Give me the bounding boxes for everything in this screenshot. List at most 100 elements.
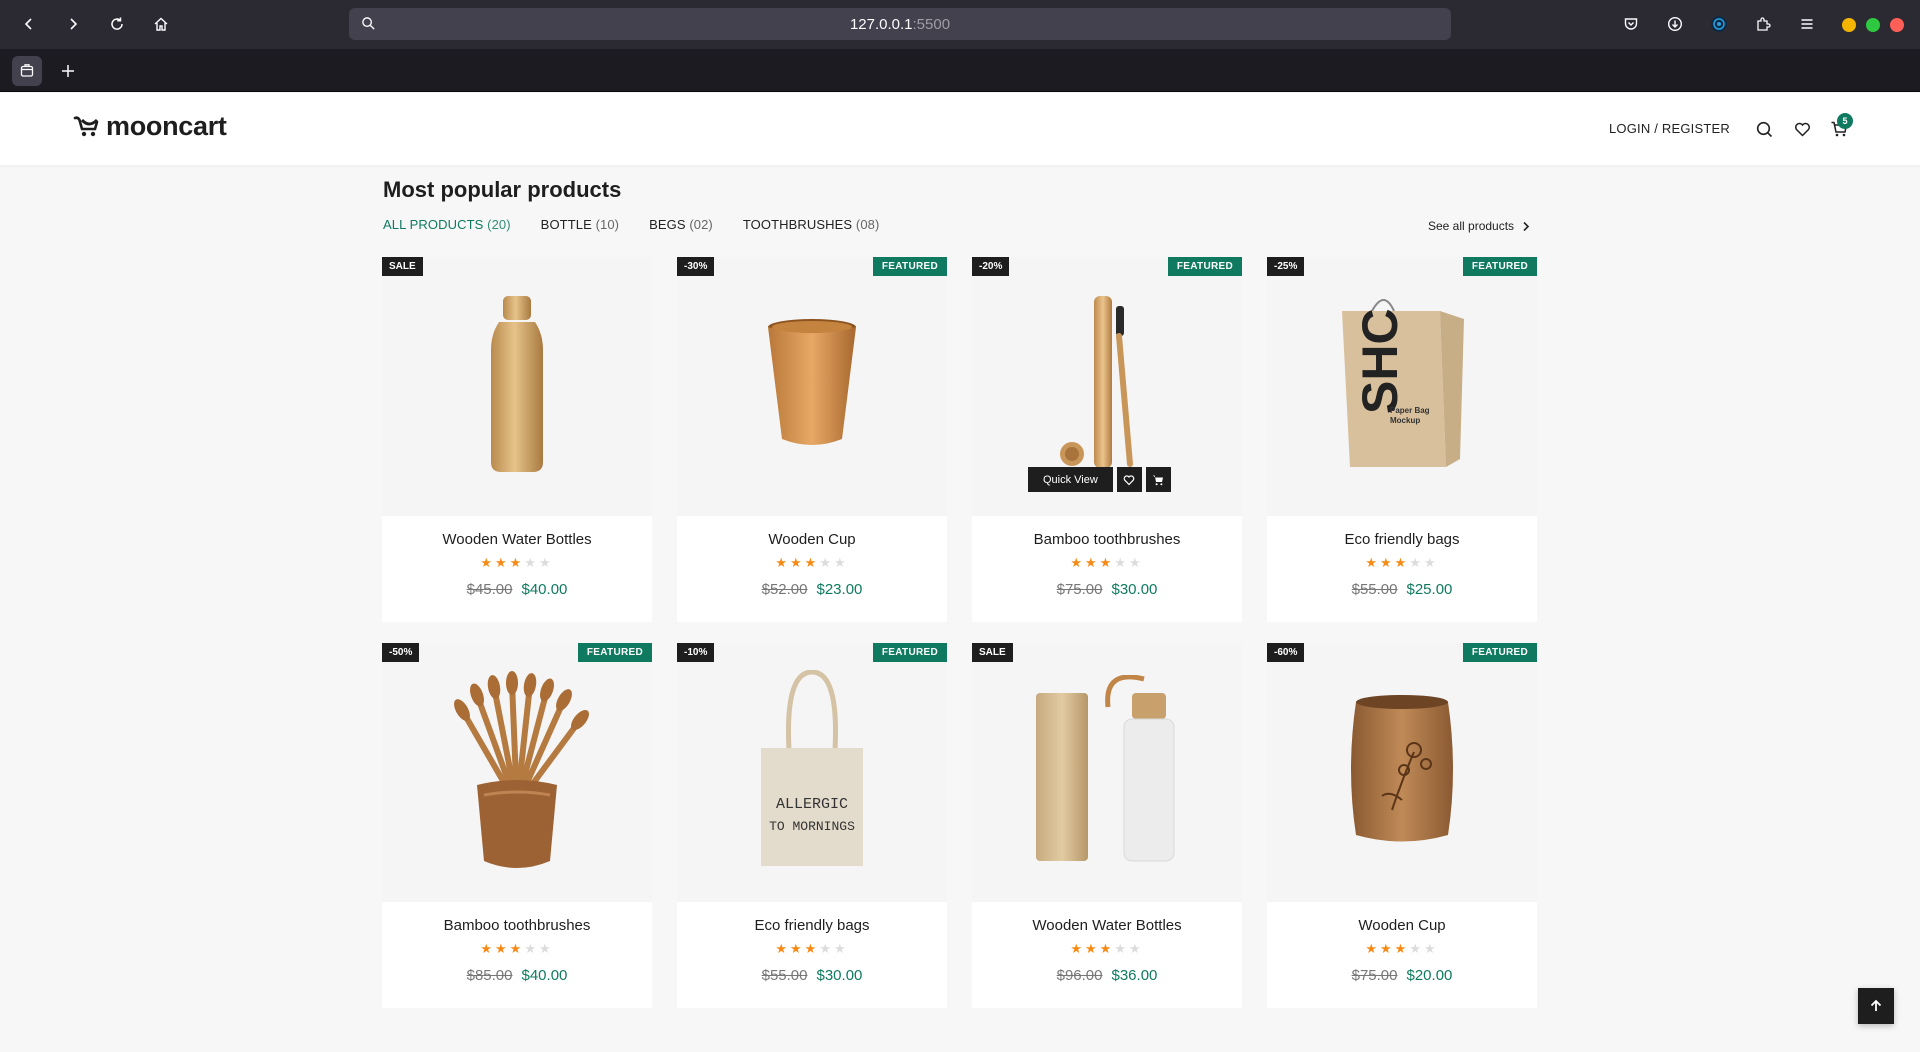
product-image[interactable]: ALLERGIC TO MORNINGS -10% FEATURED <box>677 643 947 902</box>
url-host: 127.0.0.1 <box>849 15 913 33</box>
discount-badge: -25% <box>1267 257 1305 276</box>
product-image[interactable]: SALE <box>382 257 652 516</box>
product-price: $52.00 $23.00 <box>677 581 947 598</box>
star-icon: ★ <box>480 941 496 956</box>
menu-icon[interactable] <box>1795 12 1819 36</box>
product-card[interactable]: SALE Wooden Water Bottles ★★★★★ $45.00 $40.0… <box>382 257 652 622</box>
star-icon: ★ <box>1365 555 1381 570</box>
star-icon: ★ <box>804 555 820 570</box>
old-price: $45.00 <box>466 581 513 598</box>
star-icon: ★ <box>1128 555 1144 570</box>
star-icon: ★ <box>1365 941 1381 956</box>
product-card[interactable]: SHC Paper Bag Mockup -25% FEATURED Eco friend… <box>1267 257 1537 622</box>
minimize-button[interactable] <box>1842 18 1856 32</box>
cart-logo-icon <box>73 115 99 136</box>
star-icon: ★ <box>833 941 849 956</box>
product-image[interactable]: -60% FEATURED <box>1267 643 1537 902</box>
product-photo: ALLERGIC TO MORNINGS <box>757 669 867 875</box>
new-tab-icon[interactable] <box>53 56 83 86</box>
add-to-cart-button[interactable] <box>1145 467 1171 492</box>
product-name[interactable]: Wooden Water Bottles <box>972 917 1242 934</box>
product-name[interactable]: Eco friendly bags <box>677 917 947 934</box>
product-card[interactable]: ALLERGIC TO MORNINGS -10% FEATURED Eco frien… <box>677 643 947 1008</box>
star-icon: ★ <box>1114 941 1129 956</box>
discount-badge: -20% <box>972 257 1010 276</box>
star-icon: ★ <box>1394 941 1410 956</box>
old-price: $52.00 <box>761 581 808 598</box>
account-icon[interactable] <box>1707 12 1731 36</box>
star-icon: ★ <box>1085 941 1100 956</box>
star-icon: ★ <box>790 941 805 956</box>
featured-badge: FEATURED <box>1167 257 1242 276</box>
quick-view-button[interactable]: Quick View <box>1028 467 1113 492</box>
star-icon: ★ <box>1128 941 1144 956</box>
star-icon: ★ <box>538 941 554 956</box>
featured-badge: FEATURED <box>577 643 652 662</box>
star-icon: ★ <box>804 941 820 956</box>
reload-icon[interactable] <box>104 11 130 37</box>
product-photo <box>762 317 862 457</box>
back-to-top-button[interactable] <box>1858 988 1894 1024</box>
star-icon: ★ <box>1099 555 1115 570</box>
extensions-icon[interactable] <box>1751 12 1775 36</box>
close-button[interactable] <box>1890 18 1904 32</box>
product-name[interactable]: Wooden Cup <box>677 531 947 548</box>
product-image[interactable]: -50% FEATURED <box>382 643 652 902</box>
product-image[interactable]: SHC Paper Bag Mockup -25% FEATURED <box>1267 257 1537 516</box>
home-icon[interactable] <box>148 11 174 37</box>
product-card[interactable]: -30% FEATURED Wooden Cup ★★★★★ $52.00 $23.00 <box>677 257 947 622</box>
sale-price: $40.00 <box>521 581 568 598</box>
svg-text:ALLERGIC: ALLERGIC <box>776 796 848 813</box>
filter-tab[interactable]: ALL PRODUCTS (20) <box>383 217 511 232</box>
cart-count-badge: 5 <box>1837 113 1853 129</box>
back-icon[interactable] <box>16 11 42 37</box>
product-card[interactable]: -20% FEATURED Quick View Bamboo toothbrushe… <box>972 257 1242 622</box>
svg-text:Mockup: Mockup <box>1390 416 1420 425</box>
site-logo[interactable]: mooncart <box>72 111 227 142</box>
forward-icon[interactable] <box>60 11 86 37</box>
product-image[interactable]: -30% FEATURED <box>677 257 947 516</box>
maximize-button[interactable] <box>1866 18 1880 32</box>
product-card[interactable]: SALE Wooden Water Bottles ★★★★★ $96.00 $36.0… <box>972 643 1242 1008</box>
cart-icon <box>1153 475 1164 485</box>
add-to-wishlist-button[interactable] <box>1116 467 1142 492</box>
see-all-products-link[interactable]: See all products <box>1428 219 1530 233</box>
sale-price: $36.00 <box>1111 967 1158 984</box>
product-name[interactable]: Bamboo toothbrushes <box>972 531 1242 548</box>
quick-actions: Quick View <box>1028 467 1171 492</box>
filter-tab[interactable]: BOTTLE (10) <box>541 217 619 232</box>
product-name[interactable]: Wooden Cup <box>1267 917 1537 934</box>
wishlist-icon[interactable] <box>1791 118 1813 140</box>
filter-tab[interactable]: BEGS (02) <box>649 217 713 232</box>
section-title: Most popular products <box>383 177 622 202</box>
star-icon: ★ <box>1099 941 1115 956</box>
sale-price: $30.00 <box>816 967 863 984</box>
product-name[interactable]: Eco friendly bags <box>1267 531 1537 548</box>
product-image[interactable]: -20% FEATURED Quick View <box>972 257 1242 516</box>
login-register-link[interactable]: LOGIN / REGISTER <box>1609 121 1730 136</box>
product-image[interactable]: SALE <box>972 643 1242 902</box>
product-card[interactable]: -60% FEATURED Wooden Cup ★★★★★ $75.00 $20.00 <box>1267 643 1537 1008</box>
star-icon: ★ <box>495 941 510 956</box>
product-name[interactable]: Wooden Water Bottles <box>382 531 652 548</box>
product-photo <box>477 294 557 479</box>
product-name[interactable]: Bamboo toothbrushes <box>382 917 652 934</box>
arrow-up-icon <box>1870 999 1882 1011</box>
star-icon: ★ <box>1114 555 1129 570</box>
url-bar[interactable]: 127.0.0.1:5500 <box>349 8 1451 40</box>
star-icon: ★ <box>833 555 849 570</box>
star-icon: ★ <box>509 941 525 956</box>
tab-overview-icon[interactable] <box>12 56 42 86</box>
discount-badge: SALE <box>382 257 423 276</box>
product-price: $96.00 $36.00 <box>972 967 1242 984</box>
search-icon[interactable] <box>1753 118 1775 140</box>
downloads-icon[interactable] <box>1663 12 1687 36</box>
sale-price: $20.00 <box>1406 967 1453 984</box>
pocket-icon[interactable] <box>1619 12 1643 36</box>
filter-tab[interactable]: TOOTHBRUSHES (08) <box>743 217 880 232</box>
old-price: $75.00 <box>1351 967 1398 984</box>
product-photo <box>1342 690 1462 855</box>
product-card[interactable]: -50% FEATURED Bamboo toothbrushes ★★★★★ $85.… <box>382 643 652 1008</box>
star-icon: ★ <box>1380 941 1395 956</box>
svg-text:SHC: SHC <box>1352 308 1408 414</box>
